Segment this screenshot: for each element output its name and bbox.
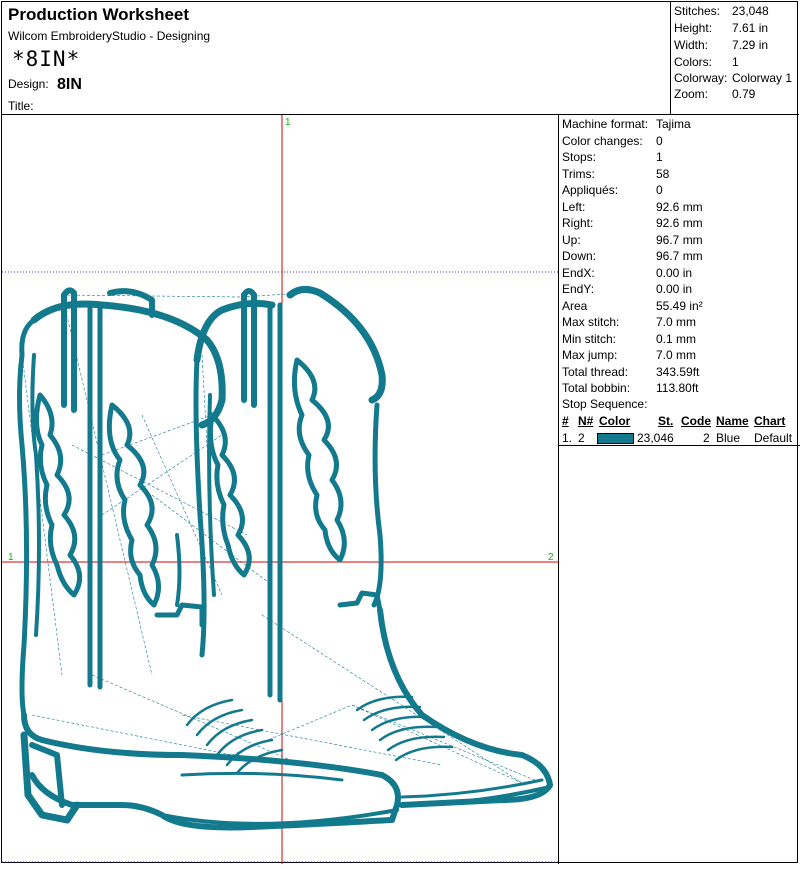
info-value: 7.0 mm (656, 348, 697, 362)
col-st: St. (658, 414, 674, 428)
stop-sequence-title: Stop Sequence: (562, 397, 648, 411)
col-name: Name (716, 414, 749, 428)
boots-artwork (2, 115, 559, 864)
design-stats: Stitches: 23,048 Height: 7.61 in Width: 7.2… (670, 2, 800, 115)
info-label: Max jump: (562, 348, 618, 362)
row-chart: Default (754, 431, 793, 445)
info-value: Tajima (656, 117, 691, 131)
design-name: 8IN (57, 76, 82, 93)
info-label: Area (562, 298, 588, 313)
info-value: 0.00 in (656, 265, 693, 280)
col-code: Code (681, 414, 711, 428)
color-swatch (597, 433, 634, 444)
info-label: Total thread: (562, 364, 629, 379)
info-value: 96.7 mm (656, 232, 703, 247)
software-name: Wilcom EmbroideryStudio - Designing (8, 29, 211, 43)
info-value: 1 (656, 150, 663, 164)
machine-info-panel: Machine format: Tajima Color changes: 0 Stop… (559, 115, 800, 446)
worksheet-header: Production Worksheet Wilcom EmbroiderySt… (2, 2, 799, 115)
row-num: 1. (562, 431, 573, 445)
info-value: 55.49 in² (656, 298, 703, 313)
info-value: 113.80ft (656, 381, 699, 395)
marker-right: 2 (548, 552, 554, 563)
info-label: Max stitch: (562, 315, 620, 329)
info-label: Total bobbin: (562, 381, 631, 395)
info-label: Down: (562, 249, 597, 263)
row-code: 2 (703, 431, 710, 445)
row-name: Blue (716, 431, 741, 445)
info-value: 0 (656, 183, 663, 197)
info-label: Right: (562, 216, 594, 230)
info-label: Appliqués: (562, 183, 619, 197)
info-value: 0.1 mm (656, 331, 697, 346)
info-label: Min stitch: (562, 331, 617, 346)
worksheet-title: Production Worksheet (8, 5, 190, 24)
info-value: 92.6 mm (656, 199, 703, 214)
col-color: Color (599, 414, 631, 428)
info-value: 58 (656, 166, 670, 181)
design-header: Production Worksheet Wilcom EmbroiderySt… (2, 2, 670, 115)
info-label: Stops: (562, 150, 597, 164)
info-label: Left: (562, 199, 586, 214)
row-n: 2 (578, 431, 585, 445)
col-chart: Chart (754, 414, 786, 428)
info-value: 0.00 in (656, 282, 693, 296)
worksheet-frame: Production Worksheet Wilcom EmbroiderySt… (1, 1, 800, 864)
marker-top: 1 (285, 117, 291, 128)
design-preview: 1 1 2 (2, 115, 559, 864)
col-num: # (562, 414, 569, 428)
design-label: Design: (8, 77, 49, 91)
info-value: 92.6 mm (656, 216, 703, 230)
info-value: 96.7 mm (656, 249, 703, 263)
info-value: 7.0 mm (656, 315, 697, 329)
info-label: Machine format: (562, 117, 649, 131)
right-boot (193, 286, 553, 808)
marker-left: 1 (8, 552, 14, 563)
info-label: Up: (562, 232, 581, 247)
info-label: Trims: (562, 166, 595, 181)
row-st: 23,046 (637, 431, 674, 445)
info-label: EndX: (562, 265, 595, 280)
col-n: N# (578, 414, 594, 428)
info-value: 343.59ft (656, 364, 700, 379)
info-value: 0 (656, 133, 663, 148)
title-label: Title: (8, 99, 34, 113)
info-label: EndY: (562, 282, 595, 296)
info-label: Color changes: (562, 133, 643, 148)
design-code: *8IN* (12, 47, 81, 71)
